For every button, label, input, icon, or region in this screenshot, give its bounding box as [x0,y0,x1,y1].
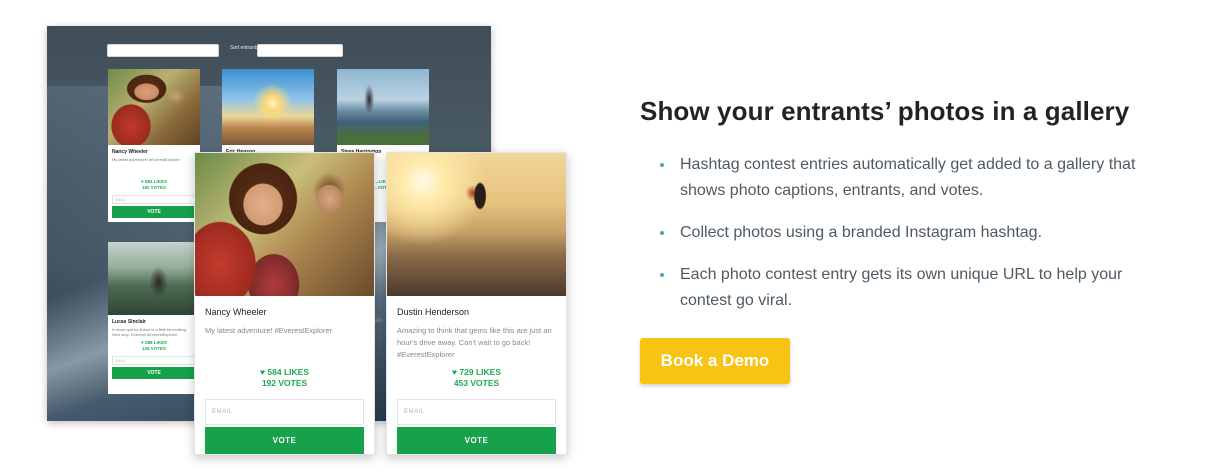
entry-photo[interactable] [337,69,429,145]
section-title: Show your entrants’ photos in a gallery [640,96,1130,126]
bullet-dot-icon [660,231,664,235]
likes-count: ♥ 584 LIKES [260,367,309,377]
book-demo-button[interactable]: Book a Demo [640,338,790,384]
entry-photo[interactable] [108,242,200,315]
entry-card[interactable]: Nancy Wheeler My latest adventure! #Ever… [194,152,375,455]
email-field[interactable]: EMAIL [112,356,196,365]
feature-text: Each photo contest entry gets its own un… [680,266,1123,309]
vote-button[interactable]: VOTE [397,427,556,454]
entry-caption: Amazing to think that gems like this are… [397,326,552,359]
email-field[interactable]: EMAIL [112,195,196,204]
votes-count: 453 VOTES [453,378,500,388]
feature-item: Collect photos using a branded Instagram… [660,220,1160,246]
mini-entry-card[interactable]: Nancy Wheeler My latest adventure! #Ever… [108,69,200,222]
votes-count: 192 VOTES [141,185,166,190]
vote-button[interactable]: VOTE [112,206,196,218]
search-input[interactable] [107,44,219,57]
entry-photo[interactable] [387,153,566,296]
entry-photo[interactable] [195,153,374,296]
entry-caption: It never quit be linked in a little bit … [112,327,187,337]
feature-list: Hashtag contest entries automatically ge… [660,152,1160,330]
entry-photo[interactable] [222,69,314,145]
entry-name: Lucas Sinclair [112,319,146,325]
bullet-dot-icon [660,273,664,277]
sort-label: Sort entrants [230,45,259,51]
entry-name: Nancy Wheeler [205,307,267,317]
mini-entry-card[interactable]: Lucas Sinclair It never quit be linked i… [108,242,200,394]
likes-count: ♥ 729 LIKES [452,367,501,377]
feature-item: Hashtag contest entries automatically ge… [660,152,1160,204]
feature-item: Each photo contest entry gets its own un… [660,262,1160,314]
page: Sort entrants Nancy Wheeler My latest ad… [0,0,1211,472]
votes-count: 126 VOTES [141,346,166,351]
votes-count: 192 VOTES [261,378,308,388]
feature-text: Hashtag contest entries automatically ge… [680,156,1136,199]
vote-button[interactable]: VOTE [205,427,364,454]
bullet-dot-icon [660,163,664,167]
entry-card[interactable]: Dustin Henderson Amazing to think that g… [386,152,567,455]
email-field[interactable]: EMAIL [205,399,364,425]
feature-text: Collect photos using a branded Instagram… [680,224,1043,241]
entry-caption: My latest adventure! #EverestExplorer [205,326,333,335]
hidden-card-fragment: ats [375,318,384,324]
sort-select[interactable] [257,44,343,57]
entry-name: Nancy Wheeler [112,149,148,155]
entry-name: Dustin Henderson [397,307,470,317]
email-field[interactable]: EMAIL [397,399,556,425]
entry-caption: My latest adventure! #EverestExplorer [112,157,180,162]
entry-photo[interactable] [108,69,200,145]
vote-button[interactable]: VOTE [112,367,196,379]
